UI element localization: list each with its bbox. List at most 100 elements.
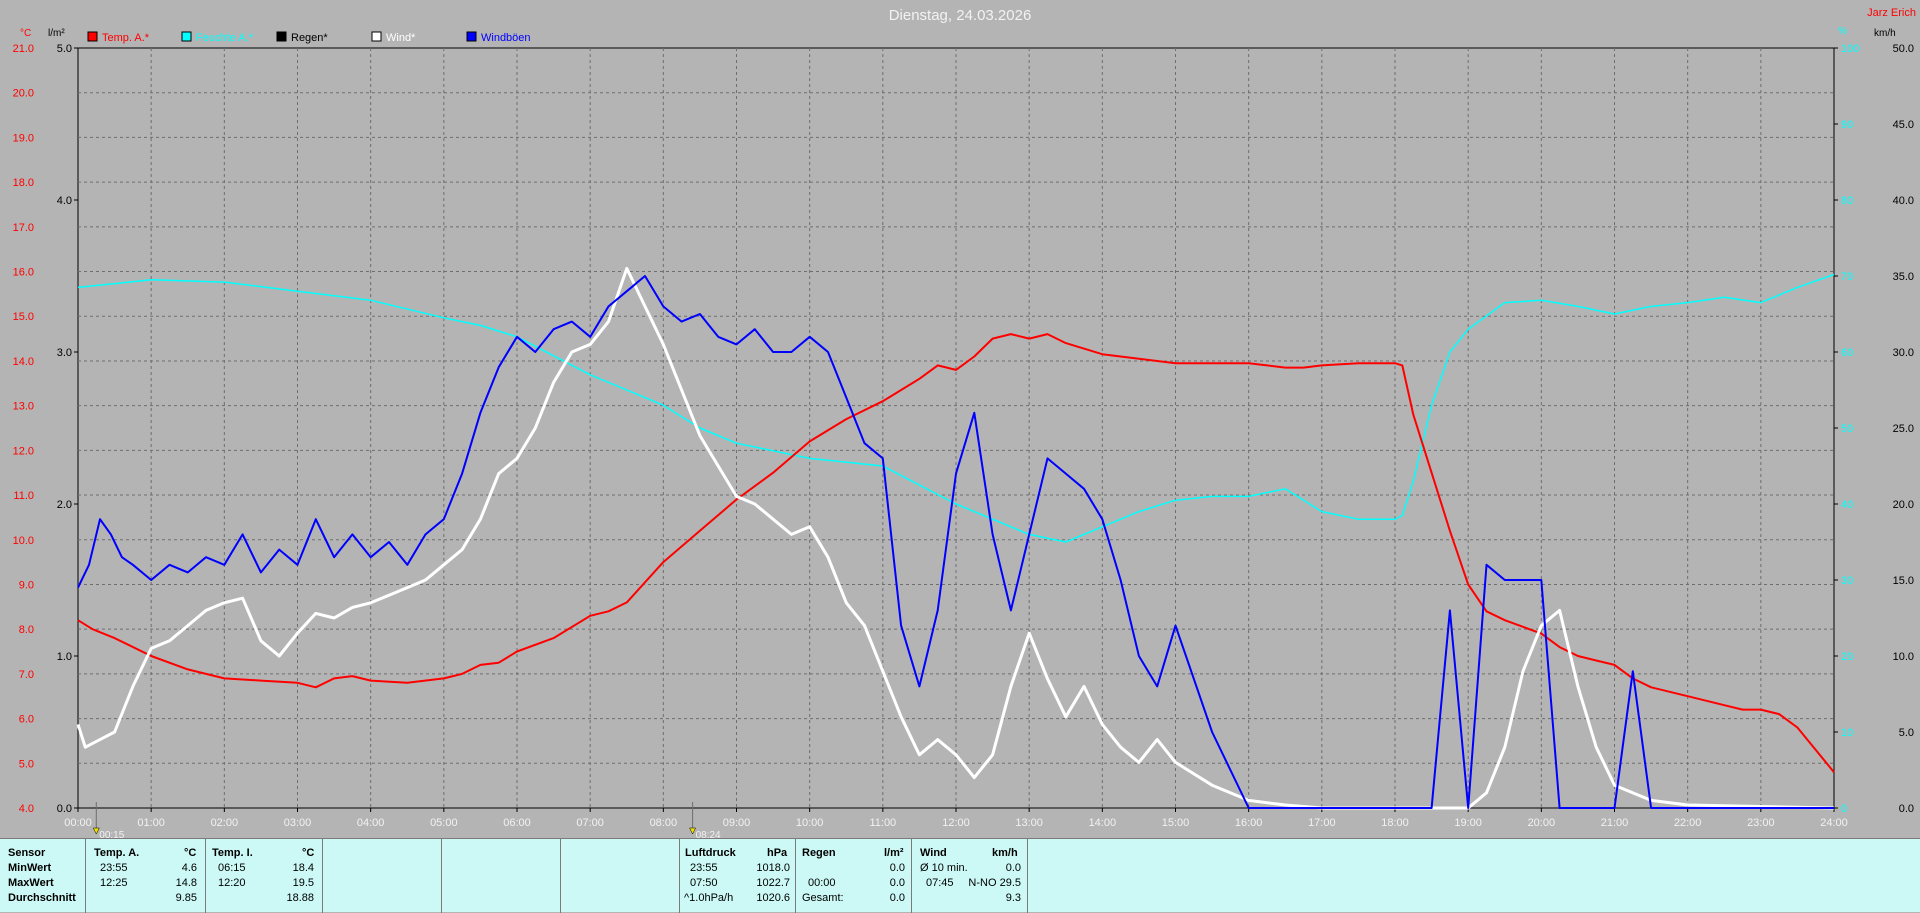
empty-section-1 — [323, 839, 442, 913]
empty-section-3 — [561, 839, 680, 913]
sensor-header: Sensor — [8, 847, 46, 859]
wind-tick-label: 30.0 — [1893, 347, 1914, 359]
legend-label: Windböen — [481, 32, 531, 44]
rain-unit: l/m² — [884, 847, 904, 859]
temp-a-avg: 9.85 — [175, 892, 197, 904]
time-tick-label: 14:00 — [1089, 817, 1117, 829]
temp-tick-label: 15.0 — [13, 311, 34, 323]
time-tick-label: 06:00 — [503, 817, 531, 829]
time-tick-label: 18:00 — [1381, 817, 1409, 829]
durchschnitt-label: Durchschnitt — [8, 892, 76, 904]
wind-tick-label: 0.0 — [1899, 803, 1914, 815]
station-name: Jarz Erich — [1867, 7, 1916, 19]
time-tick-label: 23:00 — [1747, 817, 1775, 829]
temp-a-min-time: 23:55 — [100, 862, 128, 874]
rain-tick-label: 1.0 — [57, 651, 72, 663]
time-tick-label: 21:00 — [1601, 817, 1629, 829]
temp-a-max-time: 12:25 — [100, 877, 128, 889]
wind-tick-label: 35.0 — [1893, 271, 1914, 283]
time-tick-label: 07:00 — [576, 817, 604, 829]
wind-header: Wind — [920, 847, 947, 859]
rain-tick-label: 0.0 — [57, 803, 72, 815]
temp-tick-label: 6.0 — [19, 714, 34, 726]
rain-total-label: Gesamt: — [802, 892, 844, 904]
rain-header: Regen — [802, 847, 836, 859]
wind-max-time: 07:45 — [926, 877, 954, 889]
wind-tick-label: 25.0 — [1893, 423, 1914, 435]
sensor-section: Sensor MinWert MaxWert Durchschnitt — [0, 839, 86, 913]
wind-max-val: N-NO 29.5 — [968, 877, 1021, 889]
legend-label: Feuchte A.* — [196, 32, 254, 44]
hum-tick-label: 0 — [1841, 803, 1847, 815]
wind-tick-label: 15.0 — [1893, 575, 1914, 587]
wind-mean: 9.3 — [1005, 892, 1021, 904]
temp-tick-label: 7.0 — [19, 669, 34, 681]
temp-a-max-val: 14.8 — [175, 877, 197, 889]
rain-row2-val: 0.0 — [889, 877, 905, 889]
temp-tick-label: 10.0 — [13, 535, 34, 547]
minwert-label: MinWert — [8, 862, 52, 874]
temp-tick-label: 12.0 — [13, 445, 34, 457]
legend-swatch — [87, 31, 98, 42]
hum-tick-label: 70 — [1841, 271, 1853, 283]
time-marker-label: 08:24 — [696, 830, 721, 838]
wind-tick-label: 5.0 — [1899, 727, 1914, 739]
rain-row2-time: 00:00 — [808, 877, 836, 889]
legend-label: Wind* — [386, 32, 416, 44]
time-tick-label: 08:00 — [650, 817, 678, 829]
temp-i-section: Temp. I. °C 06:15 18.4 12:20 19.5 18.88 — [206, 839, 323, 913]
rain-total-val: 0.0 — [889, 892, 905, 904]
temp-tick-label: 16.0 — [13, 267, 34, 279]
temp-i-min-time: 06:15 — [218, 862, 246, 874]
time-tick-label: 02:00 — [211, 817, 239, 829]
temp-tick-label: 5.0 — [19, 758, 34, 770]
summary-panel: Sensor MinWert MaxWert Durchschnitt Temp… — [0, 838, 1920, 913]
time-tick-label: 17:00 — [1308, 817, 1336, 829]
temp-a-header: Temp. A. — [94, 847, 140, 859]
empty-section-2 — [442, 839, 561, 913]
hum-tick-label: 100 — [1841, 43, 1859, 55]
pressure-trend-label: ^1.0hPa/h — [684, 892, 734, 904]
hum-tick-label: 30 — [1841, 575, 1853, 587]
time-tick-label: 09:00 — [723, 817, 751, 829]
legend-swatch — [181, 31, 192, 42]
rain-tick-label: 4.0 — [57, 195, 72, 207]
temp-tick-label: 21.0 — [13, 43, 34, 55]
legend-swatch — [371, 31, 382, 42]
legend-swatch — [276, 31, 287, 42]
temp-tick-label: 14.0 — [13, 356, 34, 368]
hum-tick-label: 40 — [1841, 499, 1853, 511]
temp-a-min-val: 4.6 — [181, 862, 197, 874]
time-marker-label: 00:15 — [99, 830, 124, 838]
rain-section: Regen l/m² 0.0 00:00 0.0 Gesamt: 0.0 — [796, 839, 912, 913]
pressure-unit: hPa — [767, 847, 788, 859]
temp-tick-label: 20.0 — [13, 88, 34, 100]
temp-tick-label: 8.0 — [19, 624, 34, 636]
pressure-min-val: 1018.0 — [756, 862, 790, 874]
hum-axis-unit: % — [1838, 26, 1847, 37]
wind-tick-label: 20.0 — [1893, 499, 1914, 511]
time-tick-label: 19:00 — [1454, 817, 1482, 829]
temp-tick-label: 13.0 — [13, 401, 34, 413]
wind-unit: km/h — [992, 847, 1018, 859]
legend-label: Regen* — [291, 32, 328, 44]
chart-title: Dienstag, 24.03.2026 — [889, 7, 1032, 24]
wind-avg-val: 0.0 — [1005, 862, 1021, 874]
time-tick-label: 00:00 — [64, 817, 92, 829]
pressure-max-val: 1022.7 — [756, 877, 790, 889]
rain-row1-val: 0.0 — [889, 862, 905, 874]
time-tick-label: 03:00 — [284, 817, 312, 829]
temp-i-max-val: 19.5 — [292, 877, 314, 889]
time-tick-label: 11:00 — [869, 817, 896, 829]
temp-tick-label: 4.0 — [19, 803, 34, 815]
temp-i-max-time: 12:20 — [218, 877, 246, 889]
temp-a-unit: °C — [184, 847, 197, 859]
hum-tick-label: 90 — [1841, 119, 1853, 131]
weather-chart: 00:00 01:00 02:00 03:00 04:00 05:00 06:00 07:00… — [0, 0, 1920, 838]
wind-tick-label: 10.0 — [1893, 651, 1914, 663]
wind-section: Wind km/h Ø 10 min. 0.0 07:45 N-NO 29.5 … — [912, 839, 1028, 913]
temp-i-header: Temp. I. — [212, 847, 253, 859]
temp-i-unit: °C — [302, 847, 315, 859]
wind-tick-label: 50.0 — [1893, 43, 1914, 55]
temp-a-section: Temp. A. °C 23:55 4.6 12:25 14.8 9.85 — [86, 839, 206, 913]
